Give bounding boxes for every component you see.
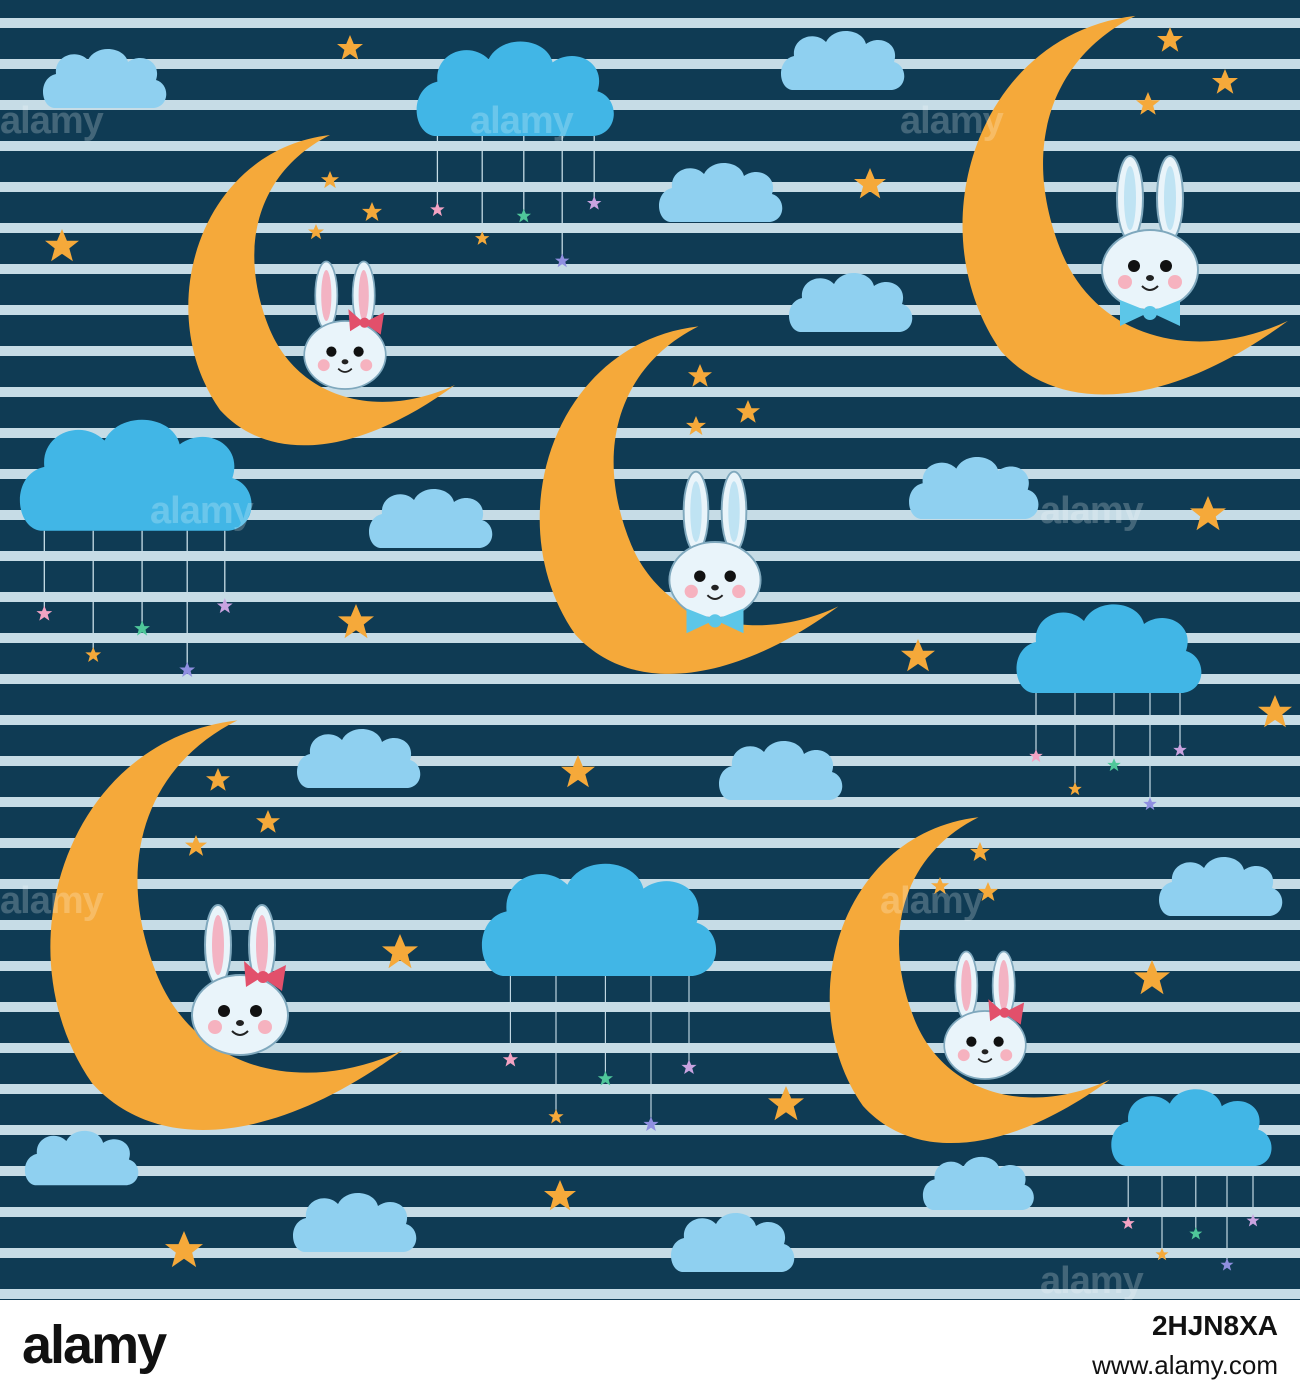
watermark: alamy <box>900 100 1004 142</box>
watermark: alamy <box>470 100 574 142</box>
footer-bar: alamy 2HJN8XA www.alamy.com <box>0 1300 1300 1390</box>
bunny-girl <box>191 904 289 1056</box>
watermark: alamy <box>880 880 984 922</box>
cloud-with-hanging-stars <box>481 863 717 1132</box>
bunny-girl <box>303 260 387 390</box>
pattern-canvas: alamy alamy alamy alamy alamy alamy alam… <box>0 0 1300 1300</box>
image-id: 2HJN8XA <box>1151 1310 1278 1341</box>
cloud-with-hanging-stars <box>416 41 614 268</box>
bunny-girl <box>943 950 1027 1080</box>
pattern-artwork <box>19 15 1292 1272</box>
watermark: alamy <box>1040 490 1144 532</box>
alamy-logo[interactable]: alamy <box>22 1314 167 1376</box>
cloud-with-hanging-stars <box>1016 604 1202 811</box>
site-url[interactable]: www.alamy.com <box>1092 1350 1278 1381</box>
cloud-with-hanging-stars <box>1111 1089 1272 1271</box>
watermark: alamy <box>0 880 104 922</box>
image-info: 2HJN8XA www.alamy.com <box>1092 1310 1278 1381</box>
watermark: alamy <box>0 100 104 142</box>
watermark: alamy <box>1040 1260 1144 1300</box>
cloud-with-hanging-stars <box>19 419 252 678</box>
bunny-boy <box>1101 155 1199 326</box>
watermark: alamy <box>150 490 254 532</box>
